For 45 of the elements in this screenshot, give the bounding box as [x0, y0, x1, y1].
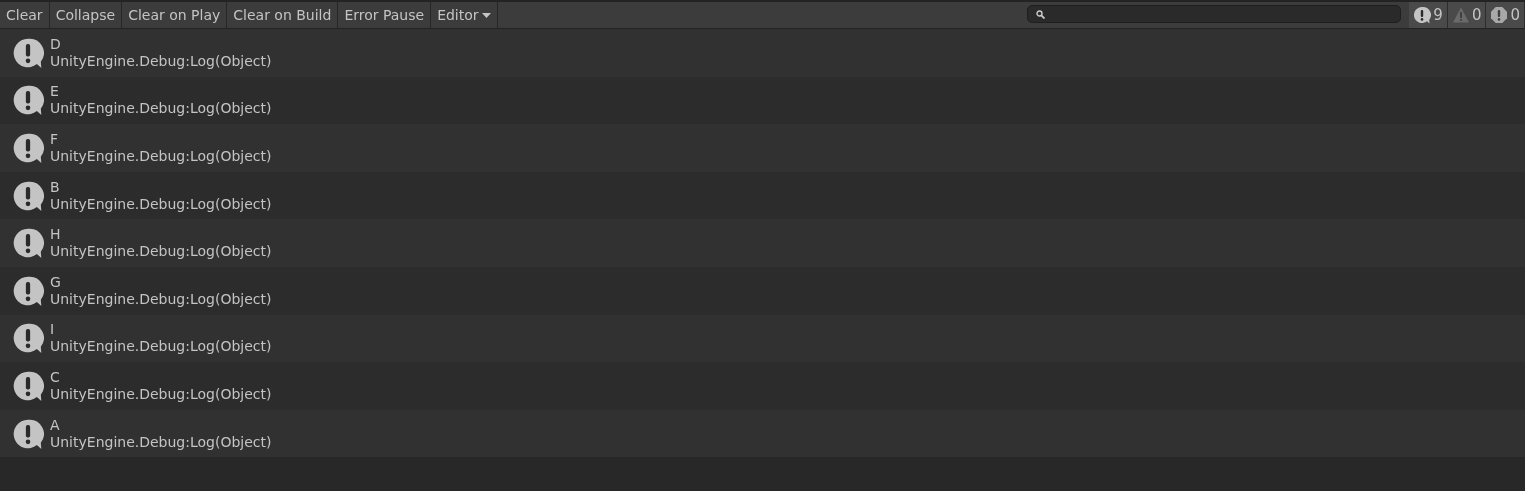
error-octagon-icon	[1490, 6, 1509, 24]
info-bubble-icon	[12, 369, 44, 402]
log-message: G	[50, 273, 62, 291]
stack-trace: UnityEngine.Debug:Log(Object)	[50, 243, 272, 261]
info-count-toggle[interactable]: 9	[1409, 2, 1448, 28]
log-entry[interactable]: E UnityEngine.Debug:Log(Object)	[0, 76, 1525, 125]
log-entry[interactable]: A UnityEngine.Debug:Log(Object)	[0, 409, 1525, 458]
info-bubble-icon	[12, 227, 44, 260]
info-bubble-icon	[12, 417, 44, 450]
info-bubble-icon	[12, 36, 44, 69]
info-bubble-icon	[1413, 6, 1432, 24]
stack-trace: UnityEngine.Debug:Log(Object)	[50, 100, 272, 118]
log-entry[interactable]: B UnityEngine.Debug:Log(Object)	[0, 171, 1525, 220]
info-bubble-icon	[12, 322, 44, 355]
stack-trace: UnityEngine.Debug:Log(Object)	[50, 148, 272, 165]
log-entry[interactable]: C UnityEngine.Debug:Log(Object)	[0, 362, 1525, 410]
log-message: D	[50, 35, 62, 53]
search-icon	[1036, 9, 1046, 19]
log-message: F	[50, 131, 60, 148]
stack-trace: UnityEngine.Debug:Log(Object)	[50, 433, 272, 451]
stack-trace: UnityEngine.Debug:Log(Object)	[50, 338, 272, 356]
error-count-toggle[interactable]: 0	[1486, 2, 1525, 28]
log-message: B	[50, 178, 61, 196]
stack-trace: UnityEngine.Debug:Log(Object)	[50, 385, 272, 403]
caret-icon	[481, 12, 491, 18]
log-message: E	[50, 83, 60, 101]
stack-trace: UnityEngine.Debug:Log(Object)	[50, 290, 272, 308]
log-message: A	[50, 416, 61, 434]
log-entry[interactable]: F UnityEngine.Debug:Log(Object)	[0, 124, 1525, 172]
log-entry[interactable]: G UnityEngine.Debug:Log(Object)	[0, 266, 1525, 315]
warning-count-toggle[interactable]: 0	[1447, 2, 1487, 28]
log-message: I	[50, 321, 56, 339]
info-bubble-icon	[12, 179, 44, 212]
log-entry[interactable]: D UnityEngine.Debug:Log(Object)	[0, 29, 1525, 77]
log-message: C	[50, 368, 61, 386]
stack-trace: UnityEngine.Debug:Log(Object)	[50, 195, 272, 213]
log-entry[interactable]: H UnityEngine.Debug:Log(Object)	[0, 219, 1525, 267]
info-bubble-icon	[12, 274, 44, 307]
search-field[interactable]	[1027, 5, 1402, 23]
info-bubble-icon	[12, 84, 44, 117]
info-bubble-icon	[12, 132, 44, 164]
stack-trace: UnityEngine.Debug:Log(Object)	[50, 52, 272, 70]
log-entry[interactable]: I UnityEngine.Debug:Log(Object)	[0, 314, 1525, 363]
warning-icon	[1451, 6, 1470, 24]
log-message: H	[50, 226, 62, 244]
